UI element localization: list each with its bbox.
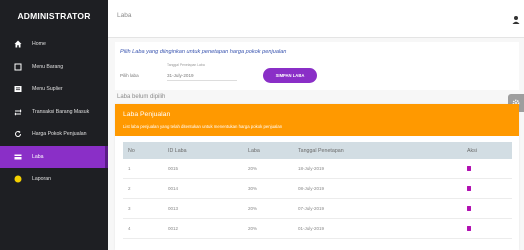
cell-no: 2 <box>128 186 131 191</box>
sidebar-item-label: Laba <box>32 153 44 160</box>
cell-laba: 20% <box>248 206 258 211</box>
sidebar-item-label: Menu Suplier <box>32 86 63 93</box>
sidebar-item-harga-pokok-penjualan[interactable]: Harga Pokok Penjualan <box>0 123 108 146</box>
sidebar-item-transaksi-barang-masuk[interactable]: Transaksi Barang Masuk <box>0 101 108 124</box>
panel-subtitle: List laba penjualan yang telah ditentuka… <box>123 124 283 129</box>
cell-no: 1 <box>128 166 131 171</box>
laba-select[interactable]: Pilih laba <box>120 73 139 78</box>
cell-no: 4 <box>128 226 131 231</box>
sidebar-item-home[interactable]: Home <box>0 33 108 56</box>
top-bar: Laba <box>108 0 524 38</box>
column-header-tanggal: Tanggal Penetapan <box>298 147 344 154</box>
laba-panel: Laba Penjualan List laba penjualan yang … <box>115 104 519 250</box>
column-header-laba: Laba <box>248 147 260 154</box>
sidebar-item-label: Menu Barang <box>32 63 64 70</box>
trash-icon[interactable] <box>467 205 471 211</box>
table-row: 4 0012 20% 01-July-2019 <box>123 219 512 239</box>
sidebar-item-laporan[interactable]: Laporan <box>0 168 108 191</box>
column-header-no: No <box>128 147 135 154</box>
cell-id-laba: 0015 <box>168 166 179 171</box>
box-icon <box>14 63 22 71</box>
cell-tanggal: 18-July-2019 <box>298 166 325 171</box>
date-field-label: Tanggal Penetapan Laba <box>167 63 205 67</box>
save-laba-button[interactable]: SIMPAN LABA <box>263 68 317 83</box>
page-title: Laba <box>117 12 132 19</box>
panel-title: Laba Penjualan <box>123 111 171 118</box>
form-instruction: Pilih Laba yang diinginkan untuk penetap… <box>120 49 287 55</box>
report-icon <box>14 175 22 183</box>
cell-id-laba: 0012 <box>168 226 179 231</box>
transfer-icon <box>14 108 22 116</box>
cell-no: 3 <box>128 206 131 211</box>
trash-icon[interactable] <box>467 185 471 191</box>
card-icon <box>14 153 22 161</box>
cell-aksi <box>463 205 512 212</box>
sidebar-item-menu-suplier[interactable]: Menu Suplier <box>0 78 108 101</box>
table-row: 2 0014 30% 08-July-2019 <box>123 179 512 199</box>
laba-status-text: Laba belum dipilih <box>117 94 166 100</box>
sidebar-item-menu-barang[interactable]: Menu Barang <box>0 56 108 79</box>
home-icon <box>14 40 22 48</box>
date-field-underline <box>167 80 237 81</box>
main-content: Pilih Laba yang diinginkan untuk penetap… <box>108 38 524 250</box>
sidebar-brand: ADMINISTRATOR <box>17 11 91 21</box>
cell-aksi <box>463 185 512 192</box>
cell-tanggal: 07-July-2019 <box>298 206 325 211</box>
date-field[interactable]: 31-July-2019 <box>167 73 194 78</box>
sidebar-item-label: Harga Pokok Penjualan <box>32 131 87 138</box>
column-header-id-laba: ID Laba <box>168 147 187 154</box>
table-header: No ID Laba Laba Tanggal Penetapan Aksi <box>123 142 512 159</box>
sidebar-item-laba[interactable]: Laba <box>0 145 108 168</box>
sidebar-item-label: Home <box>32 41 46 48</box>
cell-tanggal: 08-July-2019 <box>298 186 325 191</box>
refresh-icon <box>14 130 22 138</box>
cell-id-laba: 0013 <box>168 206 179 211</box>
sidebar: ADMINISTRATOR Home Menu Barang Menu Supl… <box>0 0 108 250</box>
panel-header: Laba Penjualan List laba penjualan yang … <box>115 104 519 136</box>
sidebar-item-label: Laporan <box>32 176 52 183</box>
cell-laba: 30% <box>248 186 258 191</box>
sidebar-item-label: Transaksi Barang Masuk <box>32 108 90 115</box>
cell-laba: 20% <box>248 226 258 231</box>
trash-icon[interactable] <box>467 225 471 231</box>
trash-icon[interactable] <box>467 165 471 171</box>
cell-laba: 20% <box>248 166 258 171</box>
laba-form: Pilih Laba yang diinginkan untuk penetap… <box>115 42 519 90</box>
column-header-aksi: Aksi <box>467 147 478 154</box>
table-row: 1 0015 20% 18-July-2019 <box>123 159 512 179</box>
laba-table: No ID Laba Laba Tanggal Penetapan Aksi 1… <box>123 142 512 239</box>
list-icon <box>14 85 22 93</box>
cell-aksi <box>463 165 512 172</box>
cell-id-laba: 0014 <box>168 186 179 191</box>
user-icon[interactable] <box>512 12 520 24</box>
cell-tanggal: 01-July-2019 <box>298 226 325 231</box>
table-row: 3 0013 20% 07-July-2019 <box>123 199 512 219</box>
cell-aksi <box>463 225 512 232</box>
